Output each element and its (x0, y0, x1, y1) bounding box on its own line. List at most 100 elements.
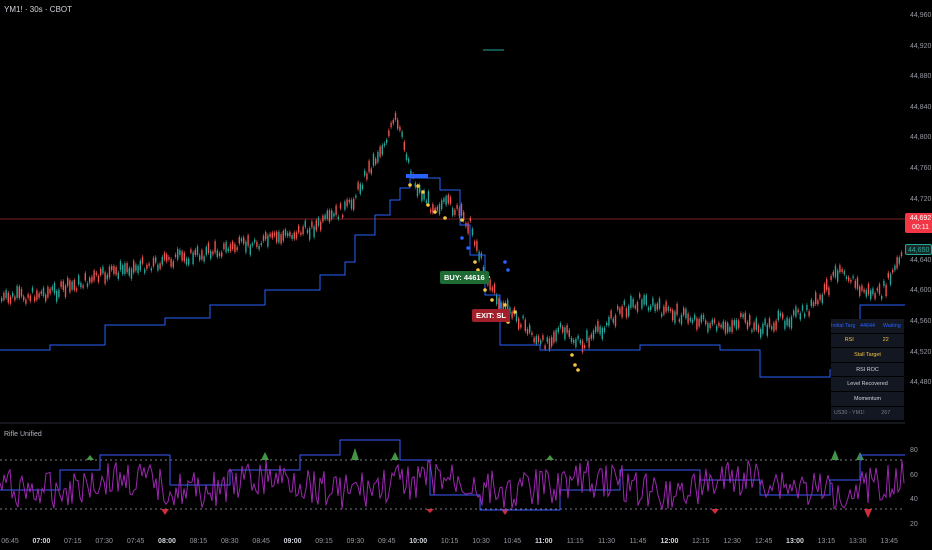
candle (665, 301, 667, 312)
candle (335, 205, 337, 216)
candle (60, 281, 62, 287)
candle (619, 308, 621, 314)
candle (542, 335, 544, 341)
price-axis-label: 44,520 (910, 348, 932, 356)
signal-dot (466, 246, 470, 250)
candle (511, 311, 513, 319)
candle (676, 303, 678, 315)
candle (192, 252, 194, 265)
candle (579, 340, 581, 344)
candle (606, 323, 608, 326)
candle (51, 286, 53, 290)
candle (7, 292, 9, 303)
candle (359, 184, 361, 194)
candle (210, 251, 212, 259)
candle (471, 228, 474, 236)
candle (29, 295, 31, 302)
candle (179, 250, 181, 255)
candle (496, 294, 498, 305)
time-axis-label: 06:45 (1, 538, 19, 545)
candle (388, 130, 390, 137)
candle (71, 281, 73, 290)
candle (183, 253, 185, 262)
signal-dot (490, 298, 494, 302)
candle (876, 288, 878, 291)
candle (342, 215, 344, 218)
candle (311, 221, 313, 228)
candle (56, 290, 58, 302)
time-axis-label: 08:00 (158, 538, 176, 545)
symbol-title[interactable]: YM1! · 30s · CBOT (4, 5, 72, 14)
candle (172, 261, 174, 268)
candle (372, 153, 375, 166)
candle (865, 290, 867, 297)
candle (40, 291, 42, 294)
status-cell: RSI ROC (856, 366, 879, 373)
time-axis-label: 08:30 (221, 538, 239, 545)
candle (892, 269, 894, 273)
candle (608, 317, 610, 326)
candle (870, 290, 872, 300)
candle (78, 275, 80, 285)
candle (42, 287, 45, 297)
candle (309, 228, 311, 240)
candle (784, 320, 786, 329)
candle (887, 272, 889, 278)
candle (474, 241, 476, 246)
status-cell: Waiting (882, 322, 901, 329)
candle (562, 327, 564, 333)
candle (566, 325, 568, 333)
candle (392, 119, 394, 124)
candle (656, 303, 658, 310)
candle (859, 286, 861, 296)
indicator-title[interactable]: Rifle Unified (4, 431, 42, 438)
candle (23, 296, 25, 301)
candle (445, 196, 447, 205)
candle (553, 331, 555, 343)
candle (188, 258, 190, 265)
candle (647, 307, 650, 311)
candle (731, 320, 733, 333)
candle (654, 304, 656, 312)
candle (557, 327, 559, 333)
rsi-extreme-fill (831, 450, 839, 460)
rsi-extreme-fill (426, 509, 434, 513)
candle (850, 279, 852, 283)
candle (390, 122, 392, 128)
indicator-axis-label: 40 (910, 496, 918, 504)
candle (601, 328, 603, 340)
status-row: Stall Target (831, 348, 904, 363)
signal-dot (416, 184, 420, 188)
candle (810, 299, 812, 307)
candle (157, 264, 159, 271)
rsi-line (0, 459, 905, 510)
candle (227, 248, 229, 252)
candle (757, 325, 760, 333)
candle (284, 229, 287, 236)
candle (62, 281, 64, 291)
candle (575, 338, 577, 347)
candle (621, 306, 623, 318)
candle (64, 285, 67, 298)
candle (394, 112, 397, 120)
candle (317, 217, 320, 226)
candle (867, 283, 870, 295)
candle (3, 292, 5, 300)
price-axis-label: 44,760 (910, 165, 932, 172)
candle (449, 197, 452, 204)
time-axis-label: 10:45 (503, 538, 522, 545)
candle (531, 332, 533, 336)
rsi-step-line (0, 439, 905, 511)
status-cell: Stall Target (854, 351, 881, 358)
candle (139, 260, 141, 271)
candle (240, 238, 243, 242)
candle (25, 299, 27, 304)
candle (293, 232, 295, 239)
candle (124, 263, 126, 275)
rsi-extreme-fill (351, 448, 359, 460)
candle (674, 311, 676, 324)
candle (628, 305, 630, 317)
status-row: Initial Target44644 Waiting (831, 319, 904, 334)
candle (159, 263, 161, 269)
candle (881, 296, 883, 299)
